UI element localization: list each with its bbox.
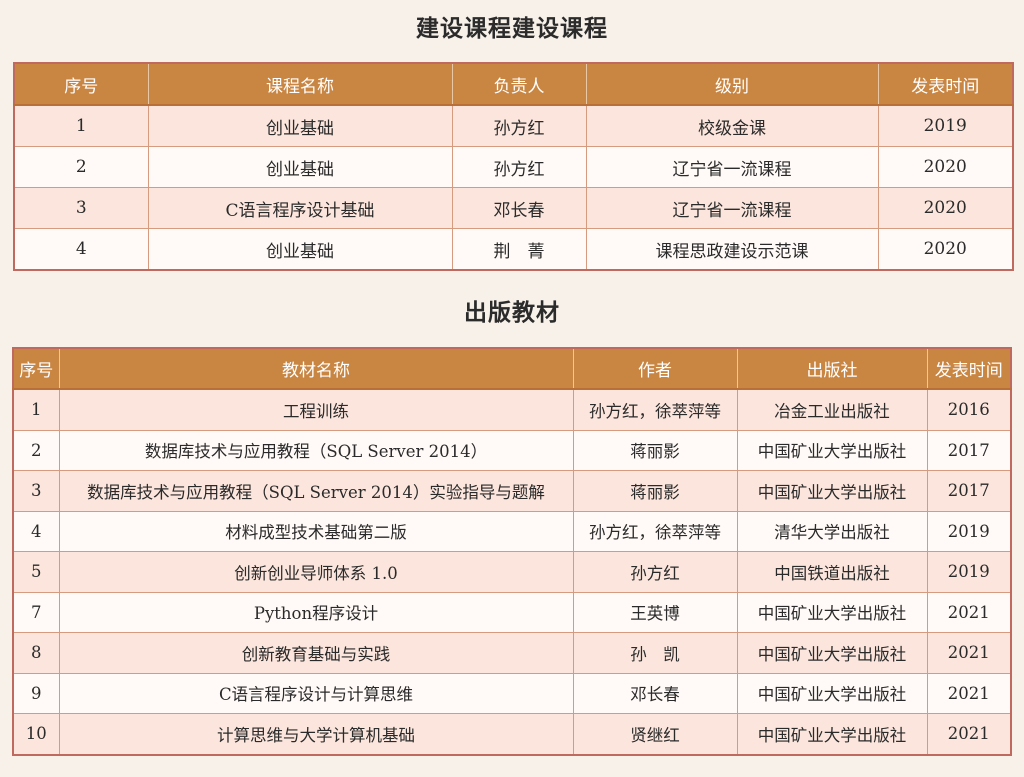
cell-author: 孙方红，徐萃萍等 bbox=[573, 511, 738, 552]
cell-leader: 荆 菁 bbox=[452, 228, 587, 270]
cell-author: 王英博 bbox=[573, 592, 738, 633]
cell-publisher: 中国矿业大学出版社 bbox=[737, 470, 928, 512]
col-header-leader: 负责人 bbox=[452, 63, 587, 106]
table-row: 2 创业基础 孙方红 辽宁省一流课程 2020 bbox=[14, 146, 1013, 188]
cell-textbook-name: 创新教育基础与实践 bbox=[59, 632, 574, 674]
cell-year: 2020 bbox=[878, 187, 1013, 229]
col-header-author: 作者 bbox=[573, 348, 738, 390]
cell-textbook-name: 工程训练 bbox=[59, 389, 574, 431]
cell-leader: 孙方红 bbox=[452, 146, 587, 188]
cell-course-name: 创业基础 bbox=[148, 146, 453, 188]
table-row: 7 Python程序设计 王英博 中国矿业大学出版社 2021 bbox=[13, 592, 1011, 633]
cell-index: 9 bbox=[13, 673, 60, 714]
course-table: 序号 课程名称 负责人 级别 发表时间 1 创业基础 孙方红 校级金课 2019… bbox=[13, 62, 1014, 271]
table-row: 10 计算思维与大学计算机基础 贤继红 中国矿业大学出版社 2021 bbox=[13, 713, 1011, 755]
cell-textbook-name: C语言程序设计与计算思维 bbox=[59, 673, 574, 714]
cell-publisher: 中国矿业大学出版社 bbox=[737, 592, 928, 633]
table-header-row: 序号 课程名称 负责人 级别 发表时间 bbox=[14, 63, 1013, 106]
cell-publisher: 冶金工业出版社 bbox=[737, 389, 928, 431]
table-row: 8 创新教育基础与实践 孙 凯 中国矿业大学出版社 2021 bbox=[13, 632, 1011, 674]
col-header-textbook-name: 教材名称 bbox=[59, 348, 574, 390]
cell-index: 4 bbox=[13, 511, 60, 552]
cell-index: 5 bbox=[13, 551, 60, 593]
cell-year: 2017 bbox=[927, 430, 1011, 471]
cell-level: 辽宁省一流课程 bbox=[586, 146, 879, 188]
cell-year: 2021 bbox=[927, 632, 1011, 674]
cell-year: 2021 bbox=[927, 592, 1011, 633]
table-row: 9 C语言程序设计与计算思维 邓长春 中国矿业大学出版社 2021 bbox=[13, 673, 1011, 714]
col-header-index: 序号 bbox=[13, 348, 60, 390]
cell-index: 2 bbox=[14, 146, 149, 188]
cell-course-name: C语言程序设计基础 bbox=[148, 187, 453, 229]
cell-index: 2 bbox=[13, 430, 60, 471]
cell-textbook-name: 数据库技术与应用教程（SQL Server 2014）实验指导与题解 bbox=[59, 470, 574, 512]
course-section-title: 建设课程建设课程 bbox=[416, 16, 608, 42]
col-header-course-name: 课程名称 bbox=[148, 63, 453, 106]
cell-index: 1 bbox=[13, 389, 60, 431]
cell-index: 1 bbox=[14, 105, 149, 147]
cell-textbook-name: Python程序设计 bbox=[59, 592, 574, 633]
cell-index: 7 bbox=[13, 592, 60, 633]
cell-year: 2019 bbox=[927, 551, 1011, 593]
cell-level: 辽宁省一流课程 bbox=[586, 187, 879, 229]
cell-author: 孙方红，徐萃萍等 bbox=[573, 389, 738, 431]
col-header-level: 级别 bbox=[586, 63, 879, 106]
cell-year: 2020 bbox=[878, 146, 1013, 188]
col-header-year: 发表时间 bbox=[878, 63, 1013, 106]
cell-course-name: 创业基础 bbox=[148, 105, 453, 147]
textbook-table: 序号 教材名称 作者 出版社 发表时间 1 工程训练 孙方红，徐萃萍等 冶金工业… bbox=[12, 347, 1012, 756]
table-header-row: 序号 教材名称 作者 出版社 发表时间 bbox=[13, 348, 1011, 390]
cell-leader: 孙方红 bbox=[452, 105, 587, 147]
col-header-publisher: 出版社 bbox=[737, 348, 928, 390]
textbook-section-title: 出版教材 bbox=[464, 300, 560, 326]
cell-publisher: 清华大学出版社 bbox=[737, 511, 928, 552]
cell-author: 贤继红 bbox=[573, 713, 738, 755]
cell-level: 校级金课 bbox=[586, 105, 879, 147]
cell-textbook-name: 创新创业导师体系 1.0 bbox=[59, 551, 574, 593]
cell-publisher: 中国矿业大学出版社 bbox=[737, 632, 928, 674]
col-header-index: 序号 bbox=[14, 63, 149, 106]
table-row: 3 数据库技术与应用教程（SQL Server 2014）实验指导与题解 蒋丽影… bbox=[13, 470, 1011, 512]
cell-level: 课程思政建设示范课 bbox=[586, 228, 879, 270]
cell-index: 8 bbox=[13, 632, 60, 674]
cell-year: 2021 bbox=[927, 713, 1011, 755]
cell-textbook-name: 数据库技术与应用教程（SQL Server 2014） bbox=[59, 430, 574, 471]
cell-year: 2020 bbox=[878, 228, 1013, 270]
table-row: 1 创业基础 孙方红 校级金课 2019 bbox=[14, 105, 1013, 147]
table-row: 4 创业基础 荆 菁 课程思政建设示范课 2020 bbox=[14, 228, 1013, 270]
table-row: 1 工程训练 孙方红，徐萃萍等 冶金工业出版社 2016 bbox=[13, 389, 1011, 431]
cell-author: 邓长春 bbox=[573, 673, 738, 714]
cell-textbook-name: 材料成型技术基础第二版 bbox=[59, 511, 574, 552]
cell-publisher: 中国铁道出版社 bbox=[737, 551, 928, 593]
cell-index: 3 bbox=[13, 470, 60, 512]
table-row: 2 数据库技术与应用教程（SQL Server 2014） 蒋丽影 中国矿业大学… bbox=[13, 430, 1011, 471]
cell-publisher: 中国矿业大学出版社 bbox=[737, 673, 928, 714]
cell-index: 4 bbox=[14, 228, 149, 270]
cell-year: 2019 bbox=[927, 511, 1011, 552]
cell-year: 2016 bbox=[927, 389, 1011, 431]
cell-publisher: 中国矿业大学出版社 bbox=[737, 713, 928, 755]
cell-author: 蒋丽影 bbox=[573, 470, 738, 512]
cell-course-name: 创业基础 bbox=[148, 228, 453, 270]
table-row: 5 创新创业导师体系 1.0 孙方红 中国铁道出版社 2019 bbox=[13, 551, 1011, 593]
table-row: 3 C语言程序设计基础 邓长春 辽宁省一流课程 2020 bbox=[14, 187, 1013, 229]
cell-index: 10 bbox=[13, 713, 60, 755]
cell-author: 孙 凯 bbox=[573, 632, 738, 674]
cell-publisher: 中国矿业大学出版社 bbox=[737, 430, 928, 471]
cell-textbook-name: 计算思维与大学计算机基础 bbox=[59, 713, 574, 755]
cell-year: 2019 bbox=[878, 105, 1013, 147]
cell-year: 2017 bbox=[927, 470, 1011, 512]
cell-index: 3 bbox=[14, 187, 149, 229]
cell-year: 2021 bbox=[927, 673, 1011, 714]
table-row: 4 材料成型技术基础第二版 孙方红，徐萃萍等 清华大学出版社 2019 bbox=[13, 511, 1011, 552]
cell-author: 孙方红 bbox=[573, 551, 738, 593]
cell-author: 蒋丽影 bbox=[573, 430, 738, 471]
cell-leader: 邓长春 bbox=[452, 187, 587, 229]
col-header-year: 发表时间 bbox=[927, 348, 1011, 390]
